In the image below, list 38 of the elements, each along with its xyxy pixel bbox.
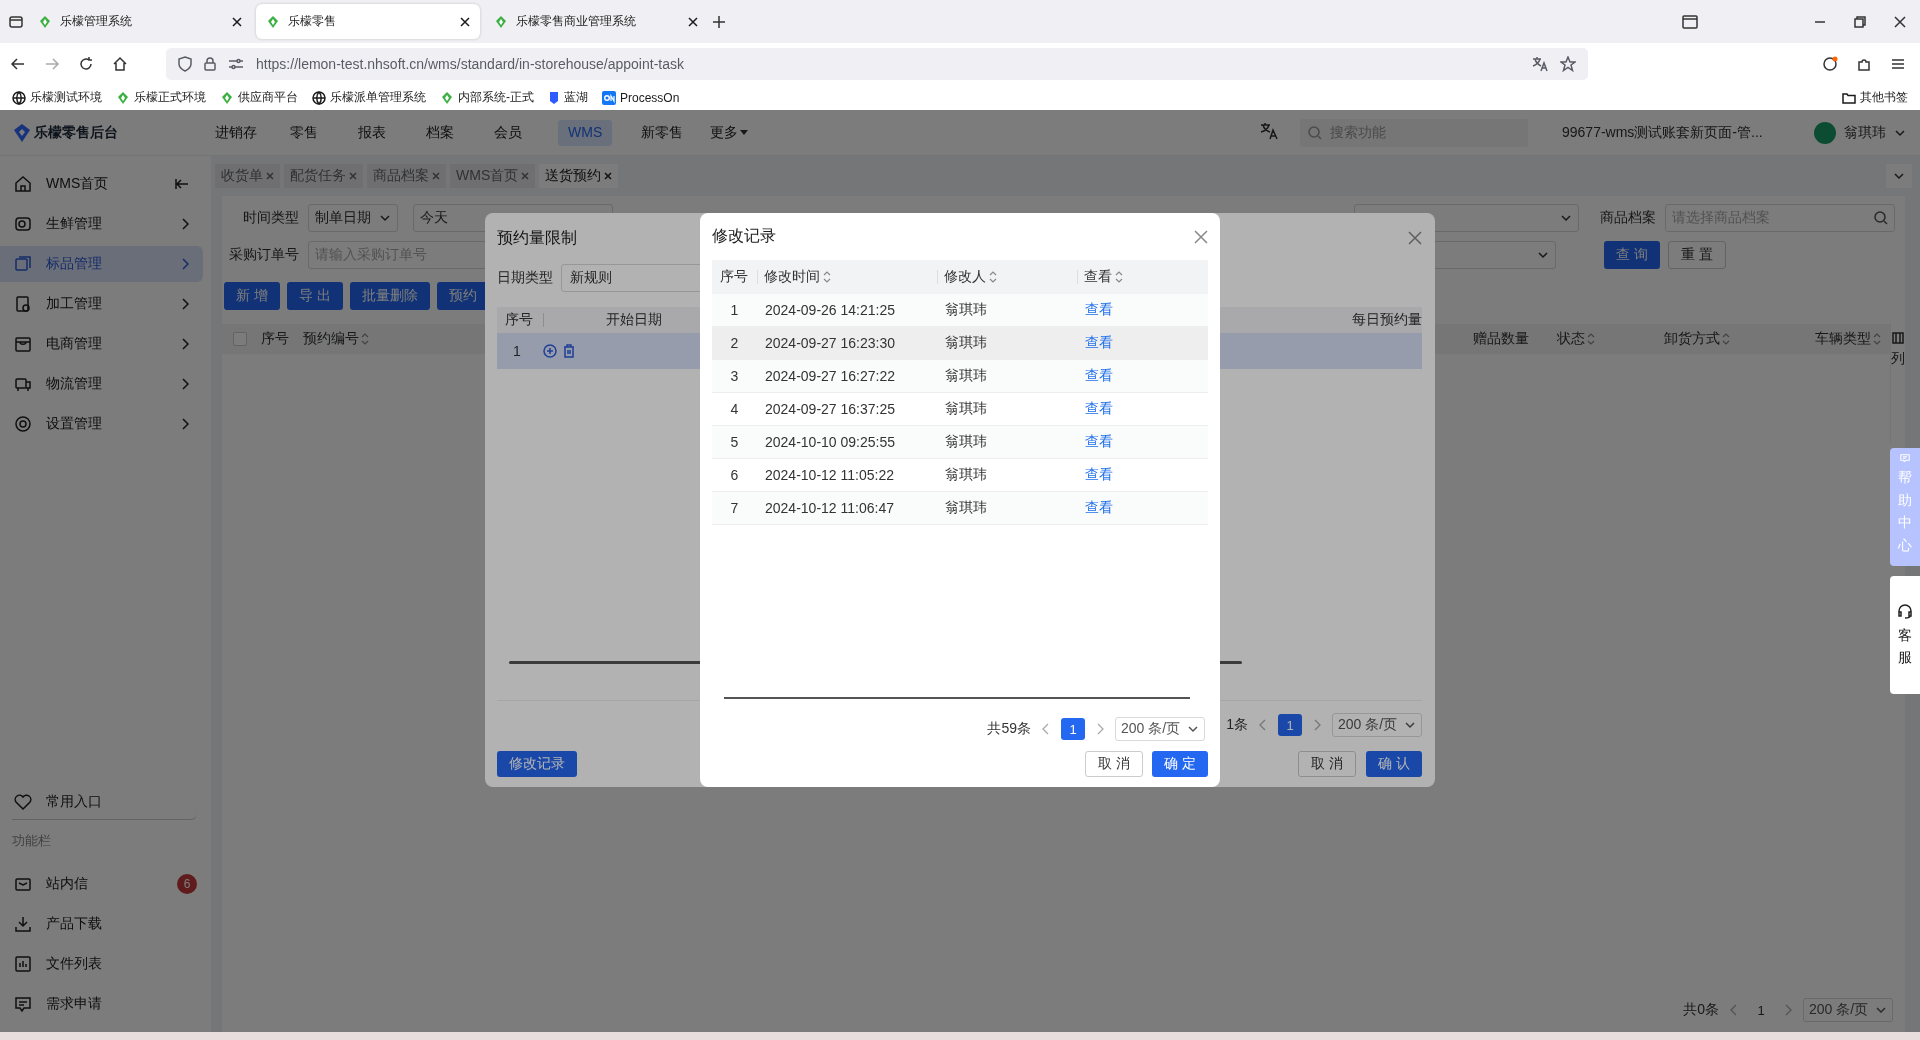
row-number: 2 (729, 335, 740, 351)
row-number: 4 (729, 401, 740, 417)
modifier-name: 翁琪玮 (944, 433, 988, 451)
dialog-title: 修改记录 (712, 226, 776, 246)
modified-time: 2024-10-12 11:06:47 (764, 500, 895, 516)
column-header: 序号 (505, 311, 533, 329)
column-header: 每日预约量 (1352, 311, 1422, 329)
total-count: 共59条 (987, 720, 1031, 738)
unread-badge: 6 (177, 874, 197, 894)
url-text: https://lemon-test.nhsoft.cn/wms/standard/in-storehouse/appoint-task (256, 56, 685, 72)
field-label: 采购订单号 (228, 246, 300, 264)
row-number: 3 (729, 368, 740, 384)
modifier-name: 翁琪玮 (944, 466, 988, 484)
modified-time: 2024-10-10 09:25:55 (764, 434, 896, 450)
modifier-name: 翁琪玮 (944, 301, 988, 319)
modified-time: 2024-09-26 14:21:25 (764, 302, 896, 318)
row-number: 6 (729, 467, 740, 483)
total-count: 共0条 (1683, 1001, 1719, 1019)
total-count: 1条 (1226, 716, 1248, 734)
column-header: 开始日期 (606, 311, 662, 329)
row-number: 1 (513, 343, 521, 359)
field-label: 时间类型 (242, 209, 300, 227)
modifier-name: 翁琪玮 (944, 367, 988, 385)
row-number: 1 (729, 302, 740, 318)
modified-time: 2024-09-27 16:37:25 (764, 401, 896, 417)
row-number: 7 (729, 500, 740, 516)
section-label: 功能栏 (11, 832, 52, 850)
column-header: 序号 (719, 270, 749, 284)
modified-time: 2024-09-27 16:27:22 (764, 368, 896, 384)
modifier-name: 翁琪玮 (944, 334, 988, 352)
modified-time: 2024-10-12 11:05:22 (764, 467, 895, 483)
modifier-name: 翁琪玮 (944, 400, 988, 418)
app-title: 乐檬零售后台 (34, 123, 118, 142)
field-label: 日期类型 (497, 269, 553, 287)
field-label: 商品档案 (1599, 209, 1657, 227)
row-number: 5 (729, 434, 740, 450)
modified-time: 2024-09-27 16:23:30 (764, 335, 896, 351)
modifier-name: 翁琪玮 (944, 499, 988, 517)
